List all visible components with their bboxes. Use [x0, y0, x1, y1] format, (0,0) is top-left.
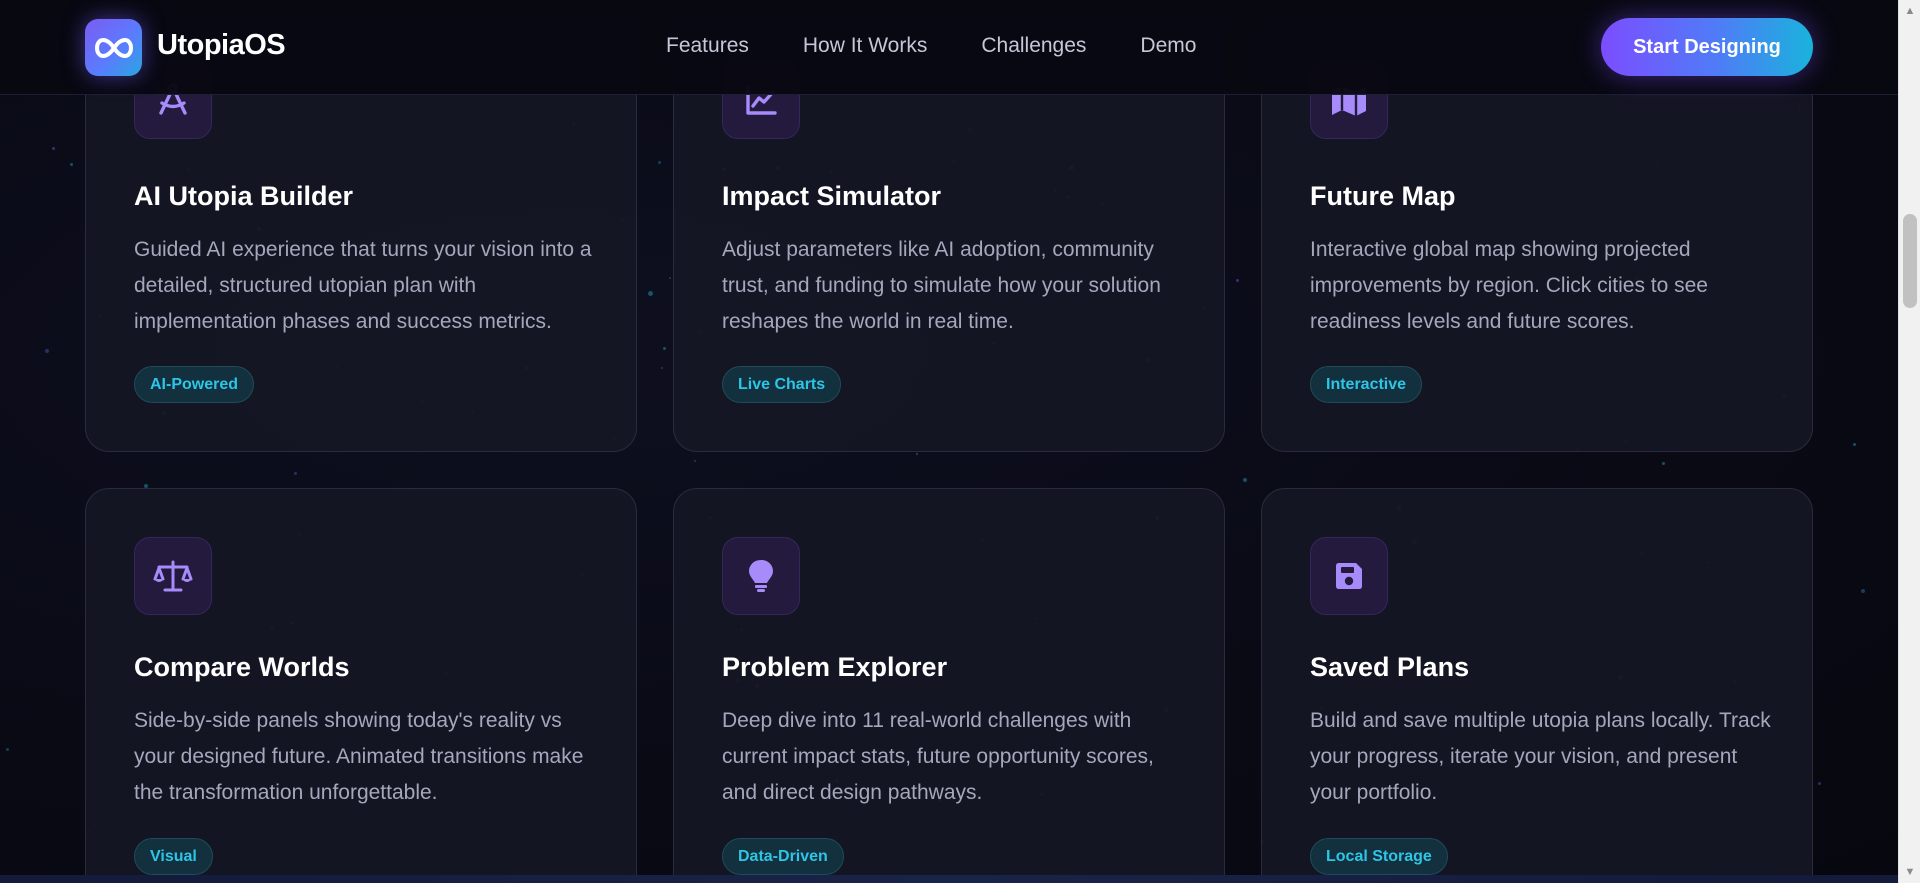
card-description: Deep dive into 11 real-world challenges … [722, 709, 1154, 804]
card-title: Future Map [1310, 181, 1456, 211]
card-title: Impact Simulator [722, 181, 942, 211]
floppy-disk-icon [1310, 537, 1388, 615]
card-description: Build and save multiple utopia plans loc… [1310, 709, 1771, 804]
infinity-icon[interactable] [85, 19, 142, 76]
card-title: AI Utopia Builder [134, 181, 354, 211]
lightbulb-icon [722, 537, 800, 615]
feature-card-problem-explorer[interactable]: Problem Explorer Deep dive into 11 real-… [673, 488, 1225, 883]
card-title: Problem Explorer [722, 652, 948, 682]
nav-link-challenges[interactable]: Challenges [981, 34, 1086, 58]
card-tag: AI-Powered [134, 366, 255, 403]
brand-name[interactable]: UtopiaOS [157, 29, 286, 62]
nav-link-demo[interactable]: Demo [1140, 34, 1196, 58]
feature-card-compare-worlds[interactable]: Compare Worlds Side-by-side panels showi… [85, 488, 637, 883]
card-title: Saved Plans [1310, 652, 1470, 682]
card-tag: Interactive [1310, 366, 1423, 403]
card-tag: Visual [134, 838, 213, 875]
main-nav: Features How It Works Challenges Demo [666, 34, 1196, 58]
card-tag: Local Storage [1310, 838, 1448, 875]
scroll-up-arrow-icon[interactable]: ▲ [1899, 2, 1920, 20]
scroll-down-arrow-icon[interactable]: ▼ [1899, 863, 1920, 881]
card-description: Side-by-side panels showing today's real… [134, 709, 584, 804]
page-background: AI Utopia Builder Guided AI experience t… [0, 0, 1898, 883]
card-description: Adjust parameters like AI adoption, comm… [722, 238, 1161, 333]
page-scrollbar[interactable]: ▲ ▼ [1898, 0, 1920, 883]
card-description: Interactive global map showing projected… [1310, 238, 1708, 333]
card-title: Compare Worlds [134, 652, 350, 682]
nav-link-features[interactable]: Features [666, 34, 749, 58]
feature-card-saved-plans[interactable]: Saved Plans Build and save multiple utop… [1261, 488, 1813, 883]
bottom-gradient-strip [0, 875, 1898, 883]
nav-link-how-it-works[interactable]: How It Works [803, 34, 927, 58]
scale-balanced-icon [134, 537, 212, 615]
card-tag: Live Charts [722, 366, 842, 403]
card-description: Guided AI experience that turns your vis… [134, 238, 592, 333]
card-tag: Data-Driven [722, 838, 844, 875]
site-header: UtopiaOS Features How It Works Challenge… [0, 0, 1898, 95]
start-designing-button[interactable]: Start Designing [1601, 18, 1813, 76]
scrollbar-thumb[interactable] [1903, 214, 1917, 308]
